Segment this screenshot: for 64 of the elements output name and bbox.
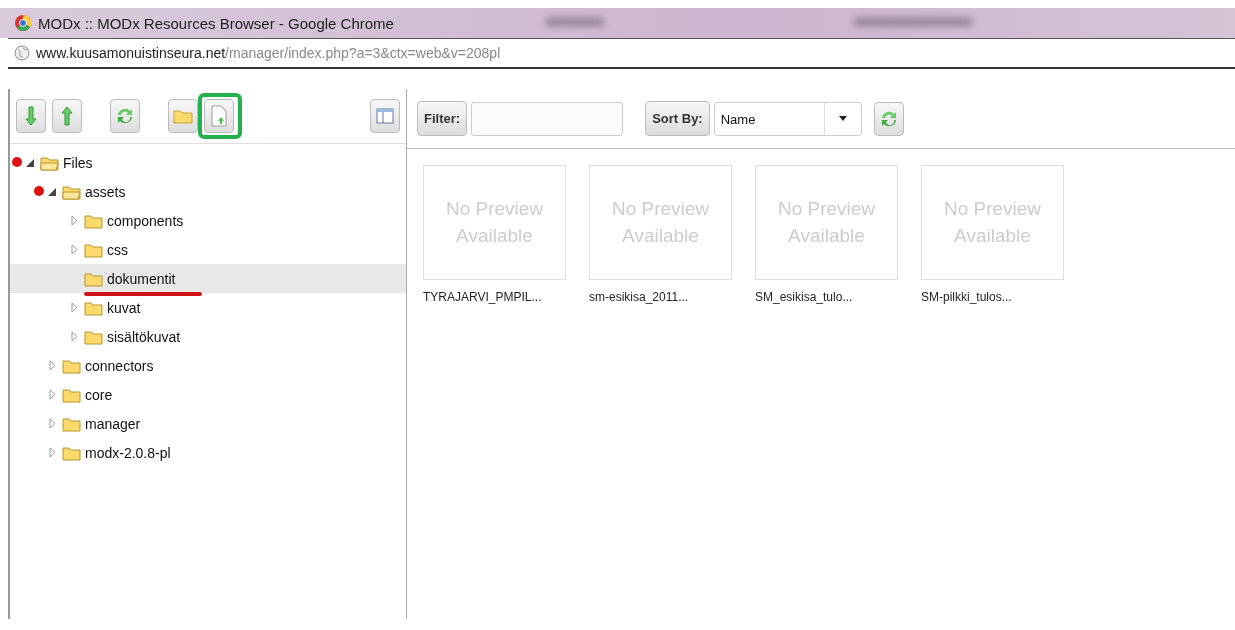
file-upload-icon <box>210 105 228 127</box>
collapsed-arrow-icon[interactable] <box>48 360 56 371</box>
collapse-all-button[interactable] <box>52 99 82 133</box>
folder-icon <box>62 415 81 432</box>
folder-icon <box>62 444 81 461</box>
file-name: SM-pilkki_tulos... <box>921 290 1012 304</box>
expand-all-button[interactable] <box>16 99 46 133</box>
folder-icon <box>62 386 81 403</box>
tree-item[interactable]: css <box>10 235 406 264</box>
collapsed-arrow-icon[interactable] <box>70 244 78 255</box>
layout-toggle-button[interactable] <box>370 99 400 133</box>
tree-item[interactable]: sisältökuvat <box>10 322 406 351</box>
sort-dropdown[interactable]: Name <box>713 101 862 136</box>
expanded-arrow-icon[interactable] <box>26 158 34 167</box>
browser-logo-icon <box>14 14 32 32</box>
folder-icon <box>84 299 103 316</box>
globe-icon <box>14 45 30 61</box>
tree-item[interactable]: Files <box>10 148 406 177</box>
tree-item[interactable]: assets <box>10 177 406 206</box>
tree-item[interactable]: modx-2.0.8-pl <box>10 438 406 467</box>
file-name: sm-esikisa_2011... <box>589 290 689 304</box>
new-folder-button[interactable] <box>168 99 198 133</box>
tree-item[interactable]: manager <box>10 409 406 438</box>
marker-dot-annotation <box>34 186 44 196</box>
file-name: TYRAJARVI_PMPIL... <box>423 290 542 304</box>
collapsed-arrow-icon[interactable] <box>48 418 56 429</box>
folder-icon <box>84 212 103 229</box>
tree-item[interactable]: core <box>10 380 406 409</box>
url-text: www.kuusamonuistinseura.net/manager/index.php?a=3&ctx=web&v=208pl <box>36 45 501 61</box>
folder-icon <box>84 270 103 287</box>
address-bar[interactable]: www.kuusamonuistinseura.net/manager/index.php?a=3&ctx=web&v=208pl <box>8 38 1235 69</box>
collapsed-arrow-icon[interactable] <box>48 389 56 400</box>
refresh-icon <box>115 106 135 126</box>
folder-icon <box>84 241 103 258</box>
marker-dot-annotation <box>12 157 22 167</box>
refresh-button[interactable] <box>110 99 140 133</box>
highlight-annotation <box>198 93 242 139</box>
up-arrow-icon <box>61 106 73 126</box>
folder-icon <box>173 108 193 124</box>
filter-label: Filter: <box>417 101 468 136</box>
expanded-arrow-icon[interactable] <box>48 187 56 196</box>
collapsed-arrow-icon[interactable] <box>70 302 78 313</box>
blurred-tab-title <box>545 17 605 27</box>
tree-item[interactable]: dokumentit <box>10 264 406 293</box>
collapsed-arrow-icon[interactable] <box>70 215 78 226</box>
panel-layout-icon <box>376 108 394 124</box>
window-title: MODx :: MODx Resources Browser - Google Chrome <box>38 14 394 32</box>
refresh-button[interactable] <box>873 101 904 136</box>
open-folder-icon <box>40 154 59 171</box>
folder-icon <box>84 328 103 345</box>
down-arrow-icon <box>25 106 37 126</box>
collapsed-arrow-icon[interactable] <box>70 331 78 342</box>
sort-label: Sort By: <box>645 101 710 136</box>
file-name: SM_esikisa_tulo... <box>755 290 853 304</box>
open-folder-icon <box>62 183 81 200</box>
upload-button[interactable] <box>204 99 234 133</box>
folder-icon <box>62 357 81 374</box>
tree-item[interactable]: connectors <box>10 351 406 380</box>
tree-item[interactable]: components <box>10 206 406 235</box>
collapsed-arrow-icon[interactable] <box>48 447 56 458</box>
tree-item[interactable]: kuvat <box>10 293 406 322</box>
caret-icon <box>838 116 847 121</box>
sort-value: Name <box>719 110 757 129</box>
filter-field[interactable] <box>471 101 624 136</box>
